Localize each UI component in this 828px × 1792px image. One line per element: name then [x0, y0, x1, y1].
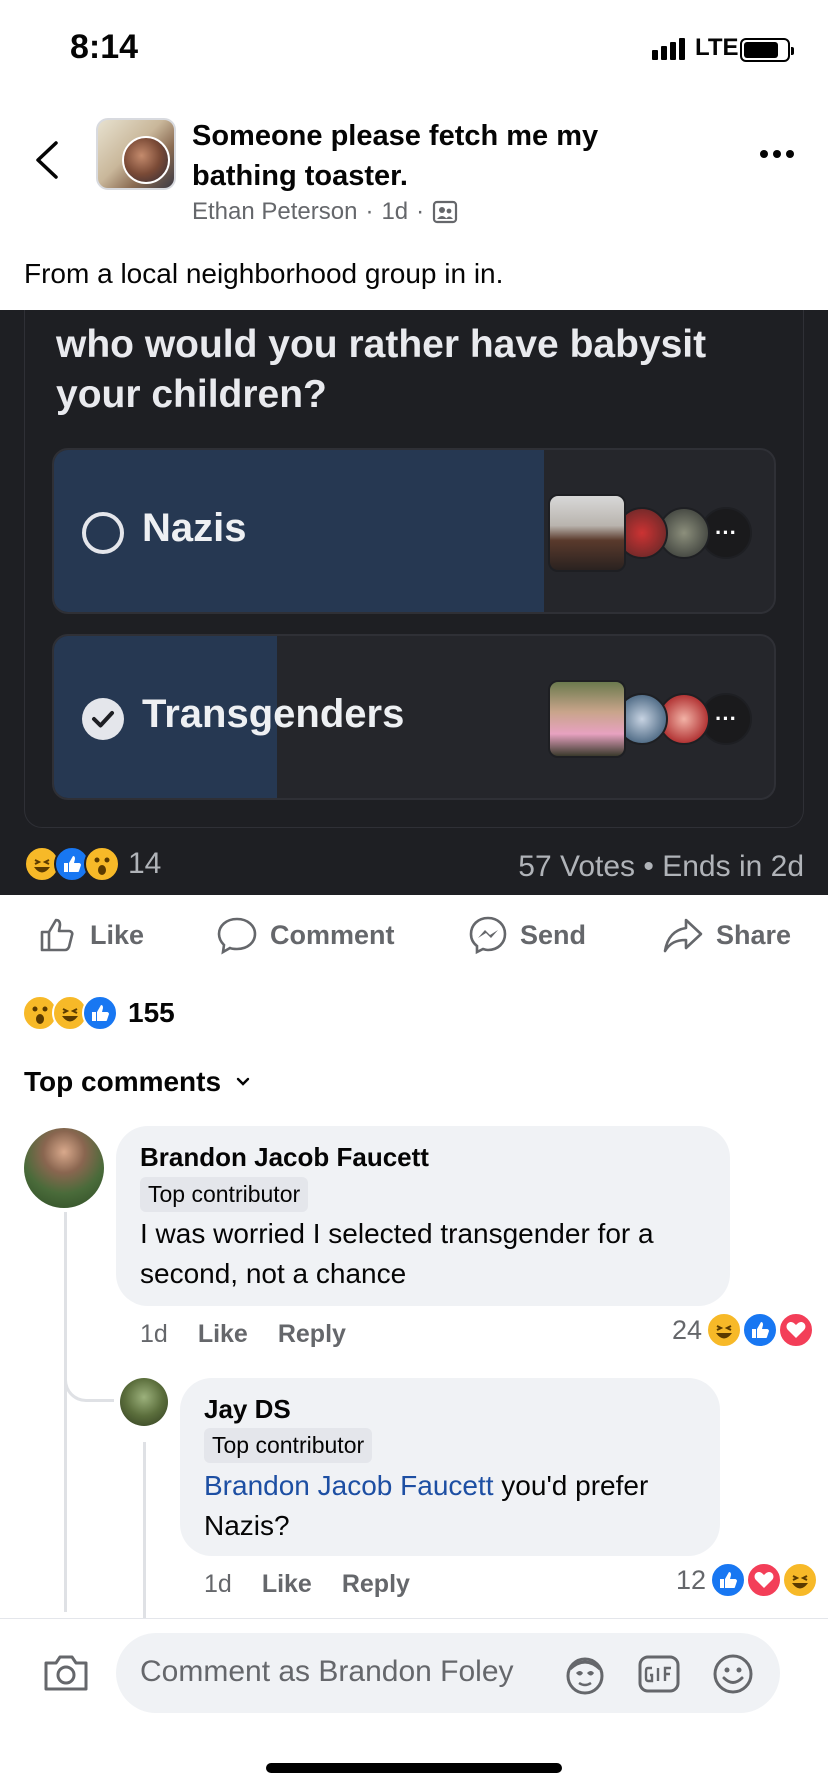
- voter-avatars[interactable]: ···: [548, 680, 752, 758]
- comment-like-button[interactable]: Like: [262, 1570, 312, 1599]
- signal-icon: [652, 38, 685, 60]
- poll-option-label: Nazis: [142, 506, 247, 550]
- comment-sort-label: Top comments: [24, 1066, 222, 1097]
- comment-reaction-count: 12: [676, 1564, 707, 1595]
- comment-text: I was worried I selected transgender for…: [140, 1218, 654, 1289]
- status-time: 8:14: [70, 28, 139, 66]
- thread-connector: [64, 1340, 114, 1402]
- poll-option-fill: [54, 450, 544, 612]
- poll-image[interactable]: who would you rather have babysit your c…: [0, 310, 828, 895]
- comment-label: Comment: [270, 919, 395, 950]
- thread-line: [143, 1442, 146, 1618]
- voter-avatar: [548, 494, 626, 572]
- comment-text: Brandon Jacob Faucett you'd prefer Nazis…: [204, 1466, 704, 1546]
- comment-input-placeholder: Comment as Brandon Foley: [140, 1655, 514, 1688]
- thread-line: [64, 1212, 67, 1612]
- like-reaction-icon: [82, 995, 118, 1031]
- commenter-avatar[interactable]: [120, 1378, 168, 1426]
- voter-avatar: [548, 680, 626, 758]
- poll-reactions[interactable]: 14: [24, 846, 161, 882]
- comment-reply-button[interactable]: Reply: [278, 1320, 346, 1349]
- more-options-button[interactable]: [760, 150, 794, 158]
- comment-meta: 1d Like Reply: [204, 1570, 410, 1599]
- comment-sort-dropdown[interactable]: Top comments: [24, 1066, 251, 1098]
- top-contributor-badge: Top contributor: [140, 1177, 309, 1212]
- reaction-summary[interactable]: 155: [22, 995, 175, 1031]
- chevron-down-icon: [236, 1077, 250, 1086]
- radio-unchecked-icon[interactable]: [82, 512, 124, 554]
- back-button[interactable]: [28, 135, 68, 185]
- share-label: Share: [716, 919, 792, 950]
- comment-reactions[interactable]: 24: [672, 1312, 815, 1348]
- comment-composer: Comment as Brandon Foley: [0, 1618, 828, 1792]
- like-button[interactable]: Like: [38, 915, 144, 955]
- send-label: Send: [520, 919, 587, 950]
- meta-separator: ·: [365, 198, 374, 225]
- wow-reaction-icon: [84, 846, 120, 882]
- send-button[interactable]: Send: [468, 915, 586, 955]
- camera-button[interactable]: [40, 1647, 92, 1699]
- top-contributor-badge: Top contributor: [204, 1428, 373, 1463]
- author-avatar: [122, 136, 170, 184]
- comment-author[interactable]: Jay DS: [204, 1394, 291, 1425]
- comment-reply-button[interactable]: Reply: [342, 1570, 410, 1599]
- haha-reaction-icon: [782, 1562, 819, 1598]
- like-reaction-icon: [742, 1312, 779, 1348]
- commenter-avatar[interactable]: [24, 1128, 104, 1208]
- meta-separator: ·: [416, 198, 425, 225]
- poll-reaction-count: 14: [128, 847, 162, 880]
- home-indicator: [266, 1763, 562, 1773]
- voter-avatars[interactable]: ···: [548, 494, 752, 572]
- comment-input[interactable]: Comment as Brandon Foley: [116, 1633, 780, 1713]
- poll-option-nazis[interactable]: Nazis ···: [52, 448, 776, 614]
- comment-button[interactable]: Comment: [216, 915, 395, 955]
- comment-author[interactable]: Brandon Jacob Faucett: [140, 1142, 429, 1173]
- action-bar: Like Comment Send Share: [0, 905, 828, 965]
- checkmark-icon[interactable]: [82, 698, 124, 740]
- poll-votes[interactable]: 57 Votes • Ends in 2d: [518, 850, 804, 884]
- comment-like-button[interactable]: Like: [198, 1320, 248, 1349]
- poll-question: who would you rather have babysit your c…: [56, 323, 707, 416]
- group-members-icon: [433, 200, 458, 224]
- comment-icon: [217, 917, 257, 955]
- poll-option-label: Transgenders: [142, 692, 405, 736]
- chevron-left-icon: [36, 141, 58, 179]
- thumbs-up-icon: [40, 918, 74, 952]
- share-arrow-icon: [663, 918, 703, 953]
- emoji-icon[interactable]: [710, 1651, 756, 1697]
- haha-reaction-icon: [706, 1312, 743, 1348]
- love-reaction-icon: [778, 1312, 815, 1348]
- share-button[interactable]: Share: [662, 915, 791, 955]
- post-time[interactable]: 1d: [381, 198, 408, 226]
- poll-option-transgenders[interactable]: Transgenders ···: [52, 634, 776, 800]
- avatar-sticker-icon[interactable]: [562, 1651, 608, 1697]
- author-name[interactable]: Ethan Peterson: [192, 198, 357, 226]
- group-title[interactable]: Someone please fetch me my bathing toast…: [192, 116, 692, 196]
- battery-icon: [740, 38, 794, 62]
- like-label: Like: [90, 919, 145, 950]
- mention-link[interactable]: Brandon Jacob Faucett: [204, 1470, 494, 1501]
- post-meta: Ethan Peterson · 1d ·: [192, 198, 458, 226]
- group-avatar[interactable]: [96, 118, 176, 190]
- reaction-count: 155: [128, 997, 175, 1028]
- status-bar: 8:14 LTE: [0, 0, 828, 100]
- comment-meta: 1d Like Reply: [140, 1320, 346, 1349]
- love-reaction-icon: [746, 1562, 783, 1598]
- check-icon: [92, 711, 114, 728]
- gif-icon[interactable]: [636, 1651, 682, 1697]
- messenger-icon: [469, 916, 507, 955]
- comment-time[interactable]: 1d: [204, 1570, 232, 1599]
- comment-reactions[interactable]: 12: [676, 1562, 819, 1598]
- network-label: LTE: [695, 34, 739, 61]
- comment-time[interactable]: 1d: [140, 1320, 168, 1349]
- like-reaction-icon: [710, 1562, 747, 1598]
- camera-icon: [44, 1655, 88, 1691]
- comment-reaction-count: 24: [672, 1314, 703, 1345]
- poll-footer: 14 57 Votes • Ends in 2d: [24, 840, 804, 890]
- post-text: From a local neighborhood group in in.: [24, 258, 504, 289]
